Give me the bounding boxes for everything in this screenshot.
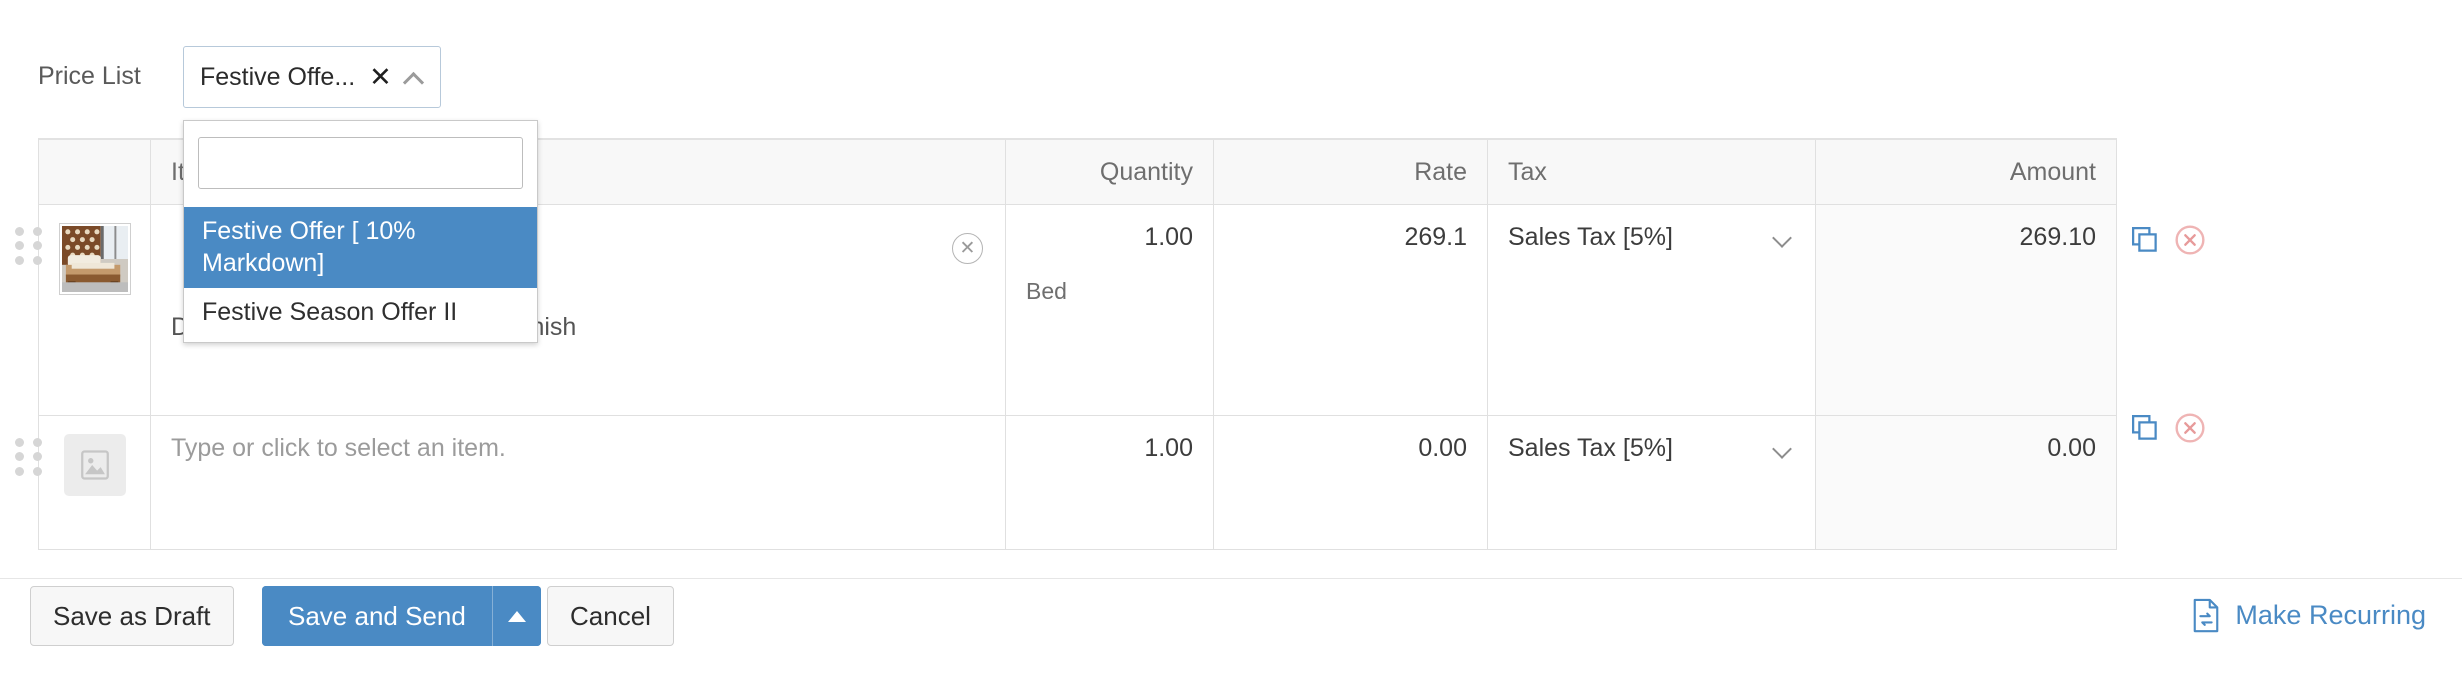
save-and-send-caret-up-icon[interactable] bbox=[492, 586, 541, 646]
duplicate-row-icon[interactable] bbox=[2130, 225, 2160, 255]
item-thumbnail-cell bbox=[39, 205, 151, 415]
recurring-document-icon bbox=[2191, 598, 2221, 633]
amount-cell: 0.00 bbox=[1816, 416, 2116, 549]
tax-select[interactable]: Sales Tax [5%] bbox=[1508, 434, 1795, 463]
make-recurring-label: Make Recurring bbox=[2235, 599, 2426, 630]
price-list-selected-chip: Festive Offe... bbox=[200, 62, 356, 91]
column-header-image bbox=[39, 140, 151, 204]
row-actions bbox=[2130, 412, 2206, 444]
quantity-value: 1.00 bbox=[1144, 434, 1193, 462]
clear-icon[interactable]: ✕ bbox=[369, 63, 392, 91]
price-list-option-festive-season-offer-ii[interactable]: Festive Season Offer II bbox=[184, 288, 537, 338]
column-header-rate: Rate bbox=[1214, 140, 1488, 204]
price-list-search-input[interactable] bbox=[198, 137, 523, 189]
price-list-options: Festive Offer [ 10% Markdown] Festive Se… bbox=[184, 207, 537, 342]
bed-thumbnail-icon bbox=[58, 223, 131, 295]
rate-cell[interactable]: 269.1 bbox=[1214, 205, 1488, 415]
chevron-down-icon[interactable] bbox=[1771, 442, 1793, 456]
price-list-label: Price List bbox=[38, 62, 141, 90]
tax-cell[interactable]: Sales Tax [5%] bbox=[1488, 205, 1816, 415]
price-list-option-festive-offer[interactable]: Festive Offer [ 10% Markdown] bbox=[184, 207, 537, 288]
duplicate-row-icon[interactable] bbox=[2130, 413, 2160, 443]
rate-value: 0.00 bbox=[1418, 434, 1467, 462]
invoice-line-items-screen: Price List Festive Offe... ✕ Item Deta Q… bbox=[0, 0, 2462, 686]
save-and-send-button[interactable]: Save and Send bbox=[262, 586, 492, 646]
item-select-placeholder: Type or click to select an item. bbox=[171, 434, 506, 462]
chevron-up-icon[interactable] bbox=[404, 71, 423, 83]
tax-cell[interactable]: Sales Tax [5%] bbox=[1488, 416, 1816, 549]
footer-divider bbox=[0, 578, 2462, 579]
item-thumbnail-cell bbox=[39, 416, 151, 549]
quantity-value: 1.00 bbox=[1144, 223, 1193, 251]
tax-select[interactable]: Sales Tax [5%] bbox=[1508, 223, 1795, 252]
quantity-cell[interactable]: 1.00 bbox=[1006, 416, 1214, 549]
price-list-dropdown-panel: Festive Offer [ 10% Markdown] Festive Se… bbox=[183, 120, 538, 343]
rate-value: 269.1 bbox=[1404, 223, 1467, 251]
column-header-quantity: Quantity bbox=[1006, 140, 1214, 204]
tax-value: Sales Tax [5%] bbox=[1508, 223, 1673, 251]
clear-item-icon[interactable]: ✕ bbox=[952, 233, 983, 264]
save-and-send-split-button: Save and Send bbox=[262, 586, 541, 646]
amount-cell: 269.10 bbox=[1816, 205, 2116, 415]
amount-value: 0.00 bbox=[2047, 434, 2096, 462]
chevron-down-icon[interactable] bbox=[1771, 231, 1793, 245]
image-placeholder-icon bbox=[63, 434, 126, 496]
make-recurring-link[interactable]: Make Recurring bbox=[2191, 598, 2426, 633]
quantity-cell[interactable]: 1.00 Bed bbox=[1006, 205, 1214, 415]
row-actions bbox=[2130, 224, 2206, 256]
cancel-button[interactable]: Cancel bbox=[547, 586, 674, 646]
column-header-tax: Tax bbox=[1488, 140, 1816, 204]
item-details-cell[interactable]: Type or click to select an item. bbox=[151, 416, 1006, 549]
save-as-draft-button[interactable]: Save as Draft bbox=[30, 586, 234, 646]
remove-row-icon[interactable] bbox=[2174, 412, 2206, 444]
rate-cell[interactable]: 0.00 bbox=[1214, 416, 1488, 549]
quantity-unit: Bed bbox=[1026, 278, 1067, 304]
amount-value: 269.10 bbox=[2019, 223, 2096, 251]
column-header-amount: Amount bbox=[2009, 157, 2096, 186]
footer-actions: Save as Draft Save and Send Cancel Make … bbox=[0, 586, 2462, 686]
dropdown-search-wrap bbox=[184, 121, 537, 207]
remove-row-icon[interactable] bbox=[2174, 224, 2206, 256]
price-list-row: Price List Festive Offe... ✕ bbox=[0, 0, 2462, 126]
price-list-select[interactable]: Festive Offe... ✕ bbox=[183, 46, 441, 108]
table-row: Type or click to select an item. 1.00 0.… bbox=[15, 415, 2116, 549]
tax-value: Sales Tax [5%] bbox=[1508, 434, 1673, 462]
